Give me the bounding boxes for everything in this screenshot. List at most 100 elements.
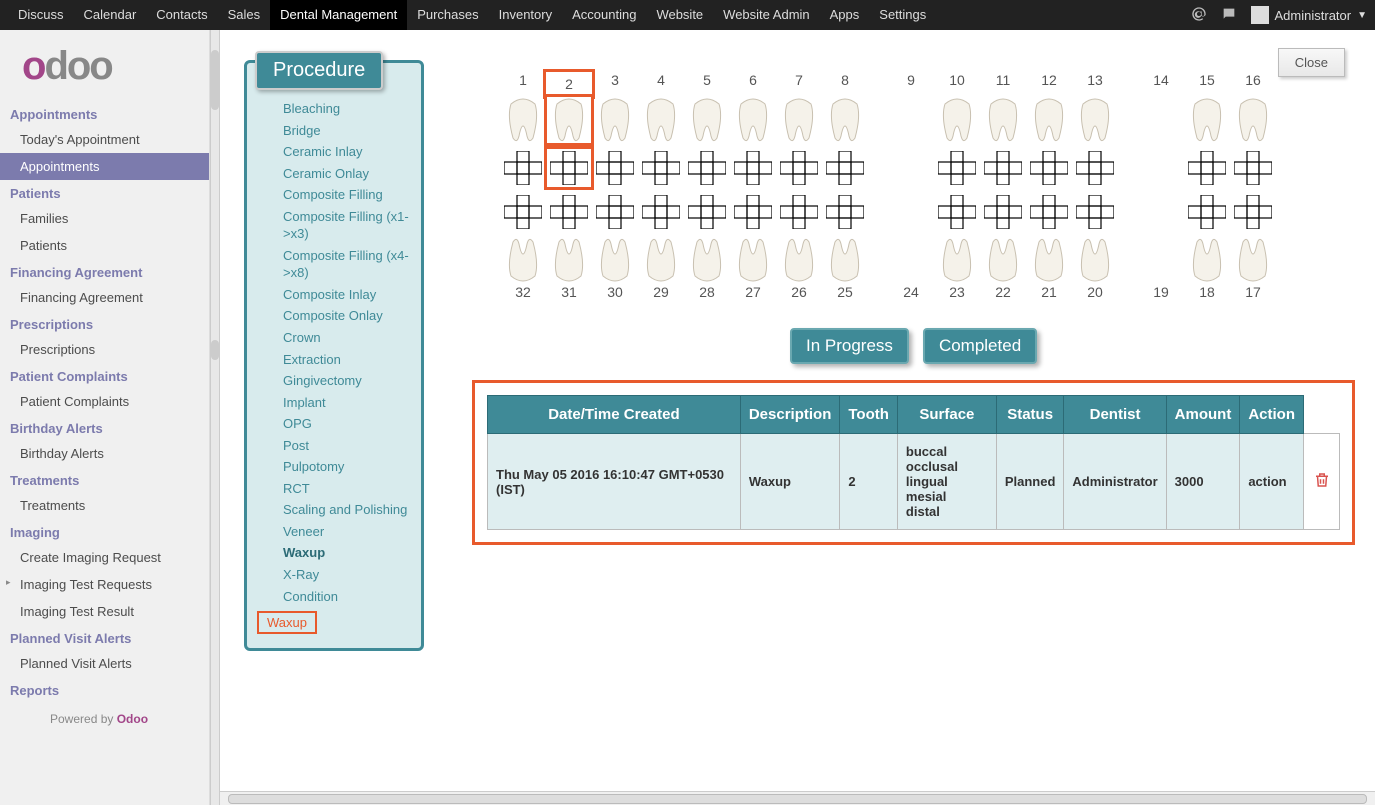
procedure-item[interactable]: Scaling and Polishing xyxy=(283,499,411,521)
topnav-item-apps[interactable]: Apps xyxy=(820,0,870,30)
sidebar-item-appointments[interactable]: Appointments xyxy=(0,153,209,180)
procedure-item[interactable]: RCT xyxy=(283,478,411,500)
tooth-surface-lower-32[interactable] xyxy=(500,192,546,232)
tooth-upper-16[interactable] xyxy=(1230,96,1276,144)
procedure-item[interactable]: Waxup xyxy=(283,542,411,564)
close-button[interactable]: Close xyxy=(1278,48,1345,77)
tooth-lower-26[interactable] xyxy=(776,236,822,284)
tooth-surface-upper-16[interactable] xyxy=(1230,148,1276,188)
topnav-item-accounting[interactable]: Accounting xyxy=(562,0,646,30)
procedure-item[interactable]: Gingivectomy xyxy=(283,370,411,392)
tooth-surface-upper-3[interactable] xyxy=(592,148,638,188)
procedure-item[interactable]: X-Ray xyxy=(283,564,411,586)
tooth-lower-18[interactable] xyxy=(1184,236,1230,284)
sidebar-item-imaging-test-requests[interactable]: Imaging Test Requests xyxy=(0,571,209,598)
tooth-surface-upper-5[interactable] xyxy=(684,148,730,188)
procedure-item[interactable]: Bleaching xyxy=(283,98,411,120)
procedure-item[interactable]: OPG xyxy=(283,413,411,435)
sidebar-item-patient-complaints[interactable]: Patient Complaints xyxy=(0,388,209,415)
tooth-lower-25[interactable] xyxy=(822,236,868,284)
sidebar-item-birthday-alerts[interactable]: Birthday Alerts xyxy=(0,440,209,467)
tooth-surface-lower-28[interactable] xyxy=(684,192,730,232)
tooth-surface-upper-8[interactable] xyxy=(822,148,868,188)
procedure-item[interactable]: Pulpotomy xyxy=(283,456,411,478)
tooth-upper-1[interactable] xyxy=(500,96,546,144)
horizontal-scrollbar[interactable] xyxy=(220,791,1375,805)
sidebar-item-financing-agreement[interactable]: Financing Agreement xyxy=(0,284,209,311)
procedure-item[interactable]: Condition xyxy=(283,586,411,608)
tooth-surface-upper-9[interactable] xyxy=(888,148,934,188)
topnav-item-settings[interactable]: Settings xyxy=(869,0,936,30)
tooth-surface-upper-4[interactable] xyxy=(638,148,684,188)
procedure-item[interactable]: Ceramic Onlay xyxy=(283,163,411,185)
tooth-surface-lower-20[interactable] xyxy=(1072,192,1118,232)
chat-icon[interactable] xyxy=(1221,6,1237,25)
tooth-surface-lower-31[interactable] xyxy=(546,192,592,232)
tooth-lower-28[interactable] xyxy=(684,236,730,284)
tooth-upper-4[interactable] xyxy=(638,96,684,144)
sidebar-item-treatments[interactable]: Treatments xyxy=(0,492,209,519)
tooth-surface-upper-7[interactable] xyxy=(776,148,822,188)
procedure-item[interactable]: Composite Filling (x1->x3) xyxy=(283,206,411,245)
tooth-upper-11[interactable] xyxy=(980,96,1026,144)
tooth-surface-upper-6[interactable] xyxy=(730,148,776,188)
procedure-item[interactable]: Composite Filling xyxy=(283,184,411,206)
sidebar-item-families[interactable]: Families xyxy=(0,205,209,232)
tooth-upper-2[interactable] xyxy=(546,96,592,144)
tooth-upper-7[interactable] xyxy=(776,96,822,144)
tooth-upper-10[interactable] xyxy=(934,96,980,144)
sidebar-item-prescriptions[interactable]: Prescriptions xyxy=(0,336,209,363)
procedure-item[interactable]: Veneer xyxy=(283,521,411,543)
tooth-lower-20[interactable] xyxy=(1072,236,1118,284)
topnav-item-contacts[interactable]: Contacts xyxy=(146,0,217,30)
delete-button[interactable] xyxy=(1304,434,1340,530)
tooth-lower-27[interactable] xyxy=(730,236,776,284)
tooth-surface-lower-27[interactable] xyxy=(730,192,776,232)
tooth-surface-upper-2[interactable] xyxy=(546,148,592,188)
tooth-lower-21[interactable] xyxy=(1026,236,1072,284)
at-icon[interactable] xyxy=(1191,6,1207,25)
procedure-item[interactable]: Implant xyxy=(283,392,411,414)
tooth-lower-19[interactable] xyxy=(1138,236,1184,284)
tooth-surface-upper-15[interactable] xyxy=(1184,148,1230,188)
tooth-upper-5[interactable] xyxy=(684,96,730,144)
topnav-item-website[interactable]: Website xyxy=(646,0,713,30)
procedure-item[interactable]: Post xyxy=(283,435,411,457)
procedure-item[interactable]: Composite Filling (x4->x8) xyxy=(283,245,411,284)
user-menu[interactable]: Administrator ▼ xyxy=(1251,6,1367,24)
tooth-upper-12[interactable] xyxy=(1026,96,1072,144)
completed-button[interactable]: Completed xyxy=(923,328,1037,364)
procedure-item[interactable]: Bridge xyxy=(283,120,411,142)
procedure-item[interactable]: Ceramic Inlay xyxy=(283,141,411,163)
tooth-upper-14[interactable] xyxy=(1138,96,1184,144)
procedure-item[interactable]: Composite Onlay xyxy=(283,305,411,327)
tooth-surface-upper-12[interactable] xyxy=(1026,148,1072,188)
tooth-lower-17[interactable] xyxy=(1230,236,1276,284)
tooth-surface-upper-11[interactable] xyxy=(980,148,1026,188)
tooth-upper-8[interactable] xyxy=(822,96,868,144)
sidebar-item-patients[interactable]: Patients xyxy=(0,232,209,259)
procedure-item[interactable]: Composite Inlay xyxy=(283,284,411,306)
tooth-surface-lower-24[interactable] xyxy=(888,192,934,232)
topnav-item-discuss[interactable]: Discuss xyxy=(8,0,74,30)
tooth-surface-lower-23[interactable] xyxy=(934,192,980,232)
tooth-surface-lower-21[interactable] xyxy=(1026,192,1072,232)
tooth-upper-15[interactable] xyxy=(1184,96,1230,144)
sidebar-item-create-imaging-request[interactable]: Create Imaging Request xyxy=(0,544,209,571)
sidebar-item-planned-visit-alerts[interactable]: Planned Visit Alerts xyxy=(0,650,209,677)
tooth-upper-3[interactable] xyxy=(592,96,638,144)
tooth-surface-upper-14[interactable] xyxy=(1138,148,1184,188)
tooth-lower-24[interactable] xyxy=(888,236,934,284)
tooth-lower-22[interactable] xyxy=(980,236,1026,284)
tooth-surface-lower-29[interactable] xyxy=(638,192,684,232)
topnav-item-sales[interactable]: Sales xyxy=(218,0,271,30)
topnav-item-purchases[interactable]: Purchases xyxy=(407,0,488,30)
tooth-surface-lower-19[interactable] xyxy=(1138,192,1184,232)
procedure-item[interactable]: Extraction xyxy=(283,349,411,371)
tooth-surface-lower-17[interactable] xyxy=(1230,192,1276,232)
tooth-upper-6[interactable] xyxy=(730,96,776,144)
tooth-surface-lower-30[interactable] xyxy=(592,192,638,232)
tooth-surface-upper-13[interactable] xyxy=(1072,148,1118,188)
tooth-upper-13[interactable] xyxy=(1072,96,1118,144)
tooth-surface-lower-22[interactable] xyxy=(980,192,1026,232)
